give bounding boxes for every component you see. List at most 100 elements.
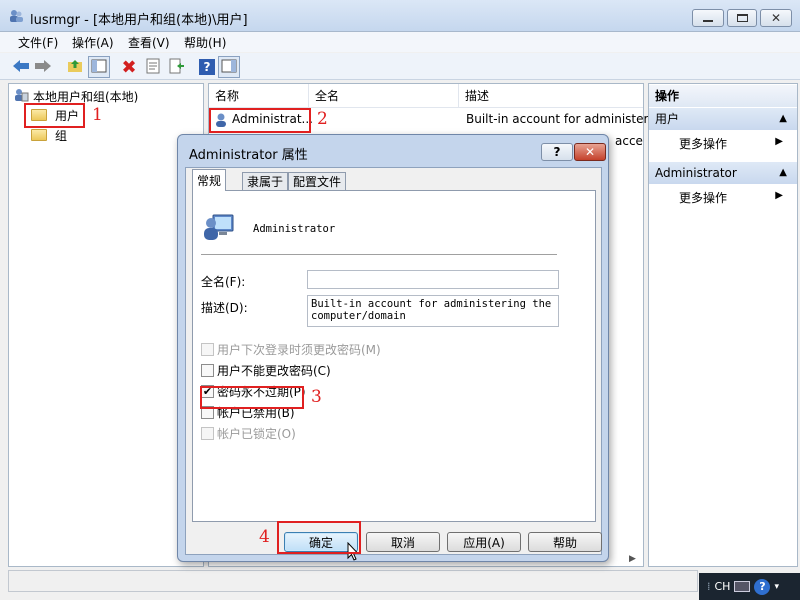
tab-general[interactable]: 常规: [192, 169, 227, 191]
export-list-button[interactable]: [166, 56, 188, 78]
back-arrow-icon: [12, 59, 30, 76]
dialog-help-button[interactable]: ?: [541, 143, 573, 161]
toolbar: ✖ ?: [0, 53, 800, 80]
tray-grip-icon: ⁞: [707, 580, 711, 593]
description-label: 描述(D):: [201, 301, 248, 315]
menu-bar: 文件(F) 操作(A) 查看(V) 帮助(H): [0, 32, 800, 52]
status-bar: [8, 570, 698, 592]
maximize-icon: [736, 14, 748, 22]
console-tree-icon: [91, 59, 107, 76]
options-arrow-icon[interactable]: ▾: [774, 582, 779, 592]
up-folder-button[interactable]: [64, 56, 86, 78]
annotation-number-4: 4: [259, 527, 270, 547]
menu-view[interactable]: 查看(V): [128, 34, 170, 51]
dialog-body: 常规 隶属于 配置文件 Administrator 全名(F): 描述(D): …: [185, 167, 602, 555]
checkbox-label: 用户下次登录时须更改密码(M): [217, 343, 381, 357]
window-title: lusrmgr - [本地用户和组(本地)\用户]: [30, 13, 248, 28]
question-icon: ?: [553, 145, 561, 159]
annotation-box-1: [24, 103, 85, 128]
action-pane: 操作 用户 ▲ 更多操作 ▶ Administrator ▲ 更多操作 ▶: [648, 83, 798, 567]
input-language[interactable]: CH: [715, 580, 731, 593]
column-header-name[interactable]: 名称: [209, 84, 309, 108]
annotation-box-4: [277, 521, 361, 554]
maximize-button[interactable]: [727, 9, 757, 27]
help-icon[interactable]: ?: [754, 578, 771, 595]
action-more-users[interactable]: 更多操作: [679, 135, 727, 152]
system-tray: ⁞ CH ? ▾: [699, 573, 800, 600]
scroll-right-arrow-icon[interactable]: ▶: [629, 554, 636, 564]
minimize-button[interactable]: [692, 9, 724, 27]
fullname-label: 全名(F):: [201, 275, 246, 289]
column-header-description[interactable]: 描述: [459, 84, 643, 108]
row-description: Built-in account for administer: [466, 112, 649, 126]
action-pane-icon: [221, 59, 237, 76]
dialog-title: Administrator 属性: [189, 148, 308, 163]
checkbox-account-locked[interactable]: 帐户已锁定(O): [201, 425, 296, 442]
keyboard-icon[interactable]: [734, 581, 751, 592]
annotation-number-1: 1: [92, 105, 103, 125]
show-hide-tree-button[interactable]: [88, 56, 110, 78]
row-description-partial: acce: [615, 134, 643, 148]
action-pane-header: 操作: [649, 85, 797, 107]
user-icon: [201, 211, 235, 246]
properties-button[interactable]: [142, 56, 164, 78]
forward-button[interactable]: [32, 56, 54, 78]
collapse-up-icon: ▲: [779, 113, 787, 124]
help-button[interactable]: 帮助: [528, 532, 602, 552]
tree-item-groups[interactable]: 组: [31, 126, 67, 144]
fullname-field[interactable]: [307, 270, 559, 289]
dialog-close-button[interactable]: ✕: [574, 143, 606, 161]
submenu-arrow-icon: ▶: [775, 136, 783, 147]
delete-button[interactable]: ✖: [118, 56, 140, 78]
menu-file[interactable]: 文件(F): [18, 34, 58, 51]
annotation-number-2: 2: [317, 109, 328, 129]
checkbox-must-change-password[interactable]: 用户下次登录时须更改密码(M): [201, 341, 381, 358]
annotation-number-3: 3: [311, 387, 322, 407]
description-field[interactable]: Built-in account for administering the c…: [307, 295, 559, 327]
menu-action[interactable]: 操作(A): [72, 34, 114, 51]
close-icon: ✕: [770, 11, 782, 25]
tree-root-label: 本地用户和组(本地): [33, 89, 139, 104]
console-tree: 本地用户和组(本地) 用户 组: [8, 83, 204, 567]
checkbox-label: 用户不能更改密码(C): [217, 364, 331, 378]
help-toolbar-button[interactable]: ?: [196, 56, 218, 78]
back-button[interactable]: [10, 56, 32, 78]
title-bar[interactable]: lusrmgr - [本地用户和组(本地)\用户] ✕: [0, 0, 800, 32]
close-button[interactable]: ✕: [760, 9, 792, 27]
up-folder-icon: [67, 58, 83, 77]
collapse-up-icon: ▲: [779, 167, 787, 178]
separator: [201, 254, 557, 255]
list-header: 名称 全名 描述: [209, 84, 643, 108]
forward-arrow-icon: [34, 59, 52, 76]
tree-item-groups-label: 组: [55, 128, 68, 143]
username-label: Administrator: [253, 223, 336, 235]
annotation-box-2: [209, 108, 311, 133]
checkbox-box[interactable]: [201, 427, 214, 440]
users-app-icon: [8, 8, 24, 24]
action-section-users[interactable]: 用户 ▲: [649, 108, 797, 130]
delete-x-icon: ✖: [121, 56, 137, 78]
folder-icon: [31, 129, 47, 141]
properties-dialog: Administrator 属性 ? ✕ 常规 隶属于 配置文件 Adminis…: [177, 134, 609, 562]
close-icon: ✕: [584, 145, 596, 159]
show-hide-action-pane-button[interactable]: [218, 56, 240, 78]
menu-help[interactable]: 帮助(H): [184, 34, 226, 51]
action-section-administrator[interactable]: Administrator ▲: [649, 162, 797, 184]
column-header-fullname[interactable]: 全名: [309, 84, 459, 108]
action-section-users-title: 用户: [655, 112, 680, 126]
submenu-arrow-icon: ▶: [775, 190, 783, 201]
tab-panel-general: Administrator 全名(F): 描述(D): Built-in acc…: [192, 190, 596, 522]
properties-icon: [146, 58, 160, 77]
cancel-button[interactable]: 取消: [366, 532, 440, 552]
export-list-icon: [169, 58, 185, 77]
action-section-administrator-title: Administrator: [655, 166, 737, 180]
checkbox-box[interactable]: [201, 364, 214, 377]
apply-button[interactable]: 应用(A): [447, 532, 521, 552]
checkbox-cannot-change-password[interactable]: 用户不能更改密码(C): [201, 362, 331, 379]
minimize-icon: [703, 20, 713, 22]
tab-profile[interactable]: 配置文件: [288, 172, 347, 191]
checkbox-label: 帐户已锁定(O): [217, 427, 296, 441]
checkbox-box[interactable]: [201, 343, 214, 356]
action-more-administrator[interactable]: 更多操作: [679, 189, 727, 206]
tab-member-of[interactable]: 隶属于: [242, 172, 289, 191]
